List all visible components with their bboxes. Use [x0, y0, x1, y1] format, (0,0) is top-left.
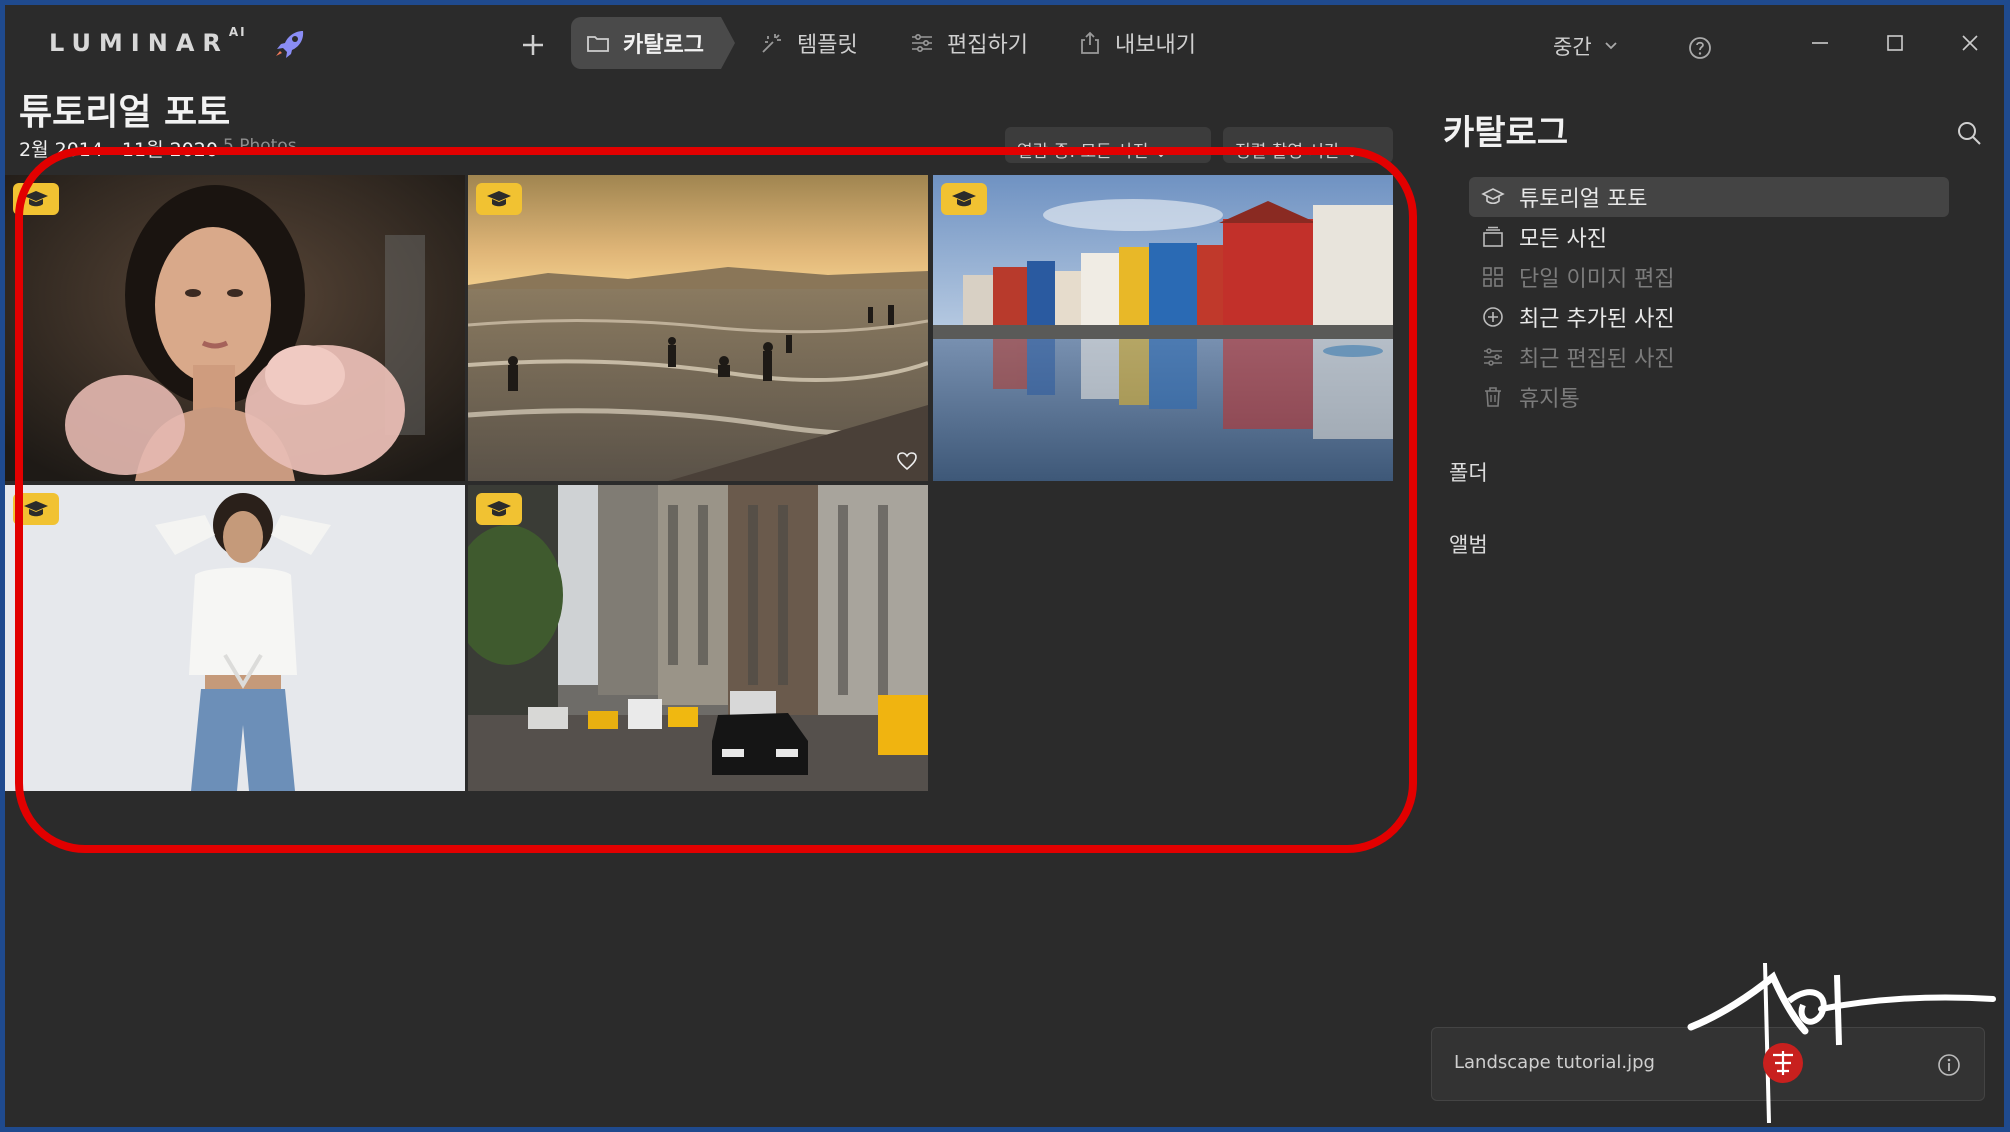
view-filter-label: 열람 중: 모든 사진	[1017, 142, 1149, 162]
photo-thumbnail-landscape[interactable]	[933, 175, 1393, 481]
graduation-cap-icon	[24, 501, 48, 517]
add-photos-icon[interactable]	[515, 27, 551, 63]
share-icon	[1081, 31, 1099, 54]
plus-circle-icon	[1483, 307, 1503, 327]
sidebar-item-label: 최근 편집된 사진	[1519, 347, 1675, 372]
graduation-cap-icon	[487, 501, 511, 517]
luminar-app-window: LUMINARAI 카탈로그 템플릿 편집하기 내보내기 중간 튜토리얼 포토 …	[5, 5, 2004, 1127]
tutorial-badge	[476, 183, 522, 215]
tab-export[interactable]: 내보내기	[1063, 17, 1210, 69]
graduation-cap-icon	[487, 191, 511, 207]
sliders-icon	[912, 34, 932, 52]
view-filter-dropdown[interactable]: 열람 중: 모든 사진 ⌄	[1005, 127, 1211, 163]
help-icon[interactable]	[1687, 35, 1713, 61]
tab-export-label: 내보내기	[1115, 33, 1196, 58]
graduation-cap-icon	[952, 191, 976, 207]
grid-icon	[1483, 267, 1503, 287]
date-range: 2월 2014 - 11월 2020	[19, 139, 218, 159]
landscape-image	[933, 175, 1393, 481]
portrait-image	[5, 175, 465, 481]
page-title: 튜토리얼 포토	[19, 92, 231, 133]
tutorial-badge	[941, 183, 987, 215]
photo-thumbnail-beach[interactable]	[468, 175, 928, 481]
sidebar-item-all-photos[interactable]: 모든 사진	[1469, 217, 1949, 257]
tab-catalog[interactable]: 카탈로그	[571, 17, 735, 69]
photos-stack-icon	[1483, 226, 1503, 247]
app-logo: LUMINARAI	[49, 25, 247, 57]
signature-watermark-logo	[1687, 962, 1996, 1124]
sidebar-item-recently-added[interactable]: 최근 추가된 사진	[1469, 297, 1949, 337]
tab-catalog-label: 카탈로그	[623, 33, 704, 58]
woman-image	[5, 485, 465, 791]
sidebar-item-recently-edited[interactable]: 최근 편집된 사진	[1469, 337, 1949, 377]
favorite-heart-icon[interactable]	[896, 451, 918, 471]
rocket-icon[interactable]	[273, 29, 307, 59]
trash-icon	[1485, 387, 1501, 407]
sort-dropdown[interactable]: 정렬 촬영 시간 ⌄	[1223, 127, 1393, 163]
sliders-icon	[1484, 348, 1502, 366]
sparkle-icon	[762, 34, 781, 53]
sidebar-item-label: 단일 이미지 편집	[1519, 267, 1675, 292]
quality-dropdown[interactable]: 중간	[1553, 31, 1618, 61]
photo-grid	[5, 175, 1395, 795]
folder-icon	[587, 36, 609, 52]
sidebar-section-albums[interactable]: 앨범	[1449, 529, 1488, 559]
sidebar-item-trash[interactable]: 휴지통	[1469, 377, 1949, 417]
photo-count: 5 Photos	[223, 136, 297, 156]
photo-thumbnail-city[interactable]	[468, 485, 928, 791]
sidebar-title: 카탈로그	[1443, 113, 1569, 153]
graduation-cap-icon	[1481, 188, 1505, 205]
tutorial-badge	[13, 493, 59, 525]
tab-edit[interactable]: 편집하기	[895, 17, 1042, 69]
chevron-down-icon	[1605, 42, 1617, 50]
tutorial-badge	[476, 493, 522, 525]
catalog-list: 튜토리얼 포토 모든 사진 단일 이미지 편집 최근 추가된 사진 최근 편집된…	[1469, 177, 1949, 417]
selected-filename: Landscape tutorial.jpg	[1454, 1052, 1655, 1073]
sidebar-section-folders[interactable]: 폴더	[1449, 457, 1488, 487]
top-bar: LUMINARAI 카탈로그 템플릿 편집하기 내보내기 중간	[5, 5, 2004, 81]
city-image	[468, 485, 928, 791]
minimize-icon[interactable]	[1808, 31, 1832, 55]
sort-label: 정렬 촬영 시간	[1235, 142, 1340, 162]
sidebar-item-label: 튜토리얼 포토	[1519, 187, 1648, 212]
sidebar-item-tutorial-photos[interactable]: 튜토리얼 포토	[1469, 177, 1949, 217]
tab-templates[interactable]: 템플릿	[745, 17, 872, 69]
photo-thumbnail-portrait[interactable]	[5, 175, 465, 481]
sidebar-item-label: 모든 사진	[1519, 227, 1607, 252]
sidebar-item-label: 최근 추가된 사진	[1519, 307, 1675, 332]
photo-thumbnail-woman[interactable]	[5, 485, 465, 791]
beach-image	[468, 175, 928, 481]
tutorial-badge	[13, 183, 59, 215]
sidebar-item-single-image-edits[interactable]: 단일 이미지 편집	[1469, 257, 1949, 297]
maximize-icon[interactable]	[1883, 31, 1907, 55]
close-icon[interactable]	[1958, 31, 1982, 55]
graduation-cap-icon	[24, 191, 48, 207]
tab-templates-label: 템플릿	[797, 33, 858, 58]
search-icon[interactable]	[1955, 119, 1983, 147]
sidebar-item-label: 휴지통	[1519, 387, 1580, 412]
tab-edit-label: 편집하기	[947, 33, 1028, 58]
quality-label: 중간	[1553, 35, 1592, 59]
